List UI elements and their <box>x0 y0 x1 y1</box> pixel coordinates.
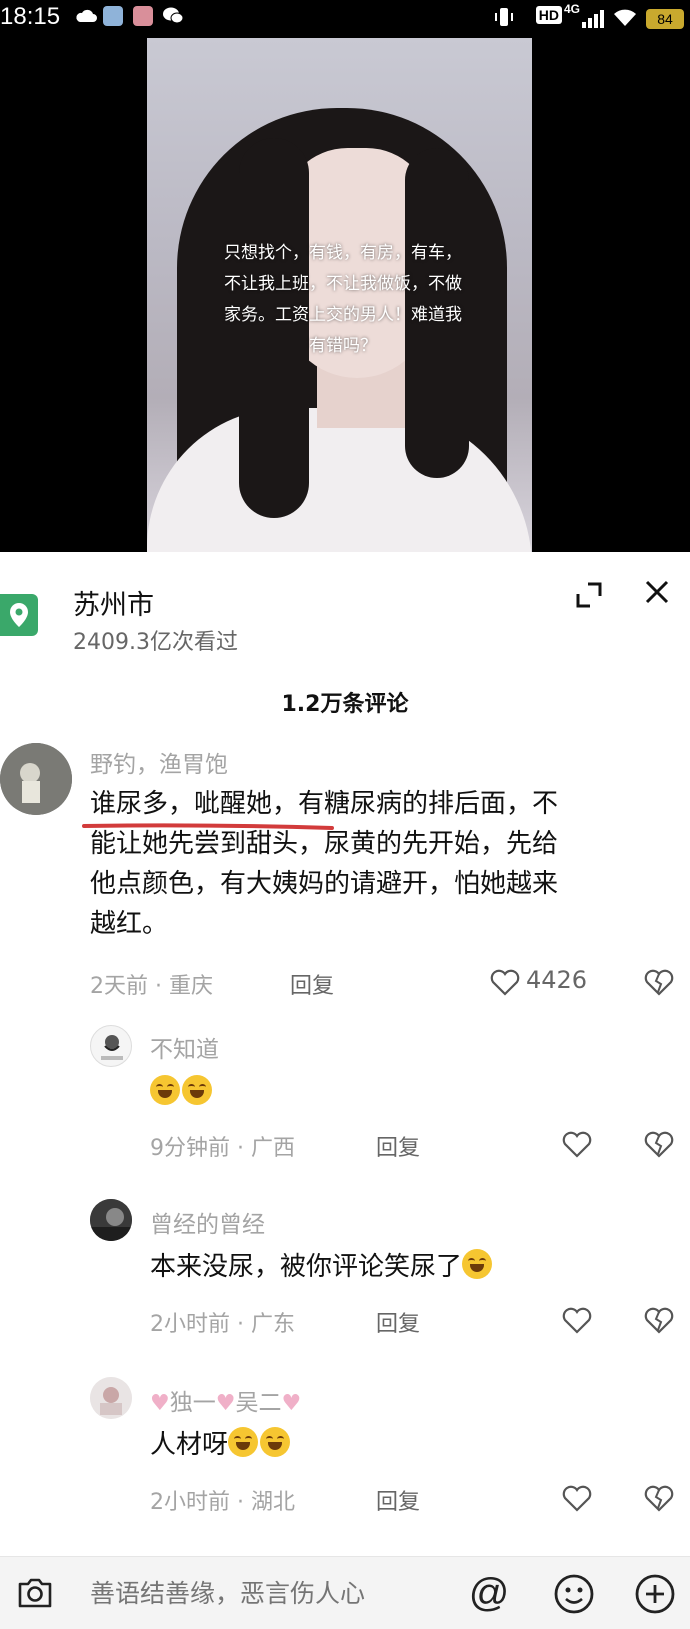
cloud-icon <box>75 6 97 26</box>
comment-text: 谁尿多，呲醒她，有糖尿病的排后面，不 能让她先尝到甜头，尿黄的先开始，先给 他点… <box>90 784 670 944</box>
emoji-laugh-icon <box>182 1075 212 1105</box>
dislike-icon[interactable] <box>644 968 674 996</box>
heart-deco-icon: ♥ <box>150 1391 170 1416</box>
comments-count: 1.2万条评论 <box>281 692 409 717</box>
reply-button[interactable]: 回复 <box>376 1484 420 1516</box>
comment-time-text: 2天前 <box>90 974 148 999</box>
vibrate-icon <box>493 6 515 32</box>
comment-line: 谁尿多，呲醒她，有糖尿病的排后面，不 <box>90 789 559 819</box>
wifi-icon <box>612 6 638 32</box>
app-notification-icon <box>103 6 123 26</box>
location-name[interactable]: 苏州市 <box>73 583 154 622</box>
comment-username[interactable]: 野钓，渔胃饱 <box>90 745 228 779</box>
like-count: 4426 <box>526 966 588 994</box>
underline-mark <box>82 823 334 830</box>
network-label: 4G <box>563 2 580 16</box>
comment-username-part: 独一 <box>169 1390 216 1416</box>
like-icon[interactable] <box>562 1130 592 1158</box>
reply-button[interactable]: 回复 <box>290 968 334 1000</box>
reply-button[interactable]: 回复 <box>376 1130 420 1162</box>
avatar[interactable] <box>0 743 72 815</box>
avatar[interactable] <box>90 1377 132 1419</box>
comment-line: 他点颜色，有大姨妈的请避开，怕她越来 <box>90 869 559 899</box>
reply-button[interactable]: 回复 <box>376 1306 420 1338</box>
comment-line: 越红。 <box>90 909 169 939</box>
dislike-icon[interactable] <box>644 1484 674 1512</box>
video-caption: 只想找个，有钱，有房，有车， 不让我上班，不让我做饭，不做 家务。工资上交的男人… <box>193 238 493 362</box>
caption-line: 有错吗？ <box>309 336 377 356</box>
like-icon[interactable] <box>562 1484 592 1512</box>
comment-region: 重庆 <box>168 974 213 999</box>
comment-time: 2小时前 · 湖北 <box>150 1490 295 1515</box>
status-time: 18:15 <box>0 3 61 30</box>
avatar[interactable] <box>90 1199 132 1241</box>
location-views: 2409.3亿次看过 <box>73 630 238 655</box>
emoji-smile-icon[interactable] <box>553 1573 595 1615</box>
camera-icon[interactable] <box>16 1576 54 1610</box>
comment-region: 广东 <box>250 1312 295 1337</box>
comment-region: 湖北 <box>250 1490 295 1515</box>
comment-text: 本来没尿，被你评论笑尿了 <box>150 1247 494 1287</box>
comment-time: 2天前 · 重庆 <box>90 974 213 999</box>
app-notification-icon-2 <box>133 6 153 26</box>
comment-time-text: 9分钟前 <box>150 1136 230 1161</box>
close-icon[interactable] <box>642 577 672 607</box>
comment-username[interactable]: 不知道 <box>150 1030 219 1064</box>
comment-username-part: 吴二 <box>235 1390 282 1416</box>
location-pin-icon <box>0 594 38 636</box>
emoji-laugh-icon <box>260 1427 291 1457</box>
avatar[interactable] <box>90 1025 132 1067</box>
caption-line: 家务。工资上交的男人！难道我 <box>224 305 462 325</box>
status-bar: 18:15 HD 4G 84 <box>0 0 690 34</box>
comment-text: 人材呀 <box>150 1425 292 1465</box>
emoji-laugh-icon <box>228 1427 259 1457</box>
wechat-icon <box>162 6 184 26</box>
dislike-icon[interactable] <box>644 1306 674 1334</box>
emoji-laugh-icon <box>462 1249 493 1279</box>
caption-line: 不让我上班，不让我做饭，不做 <box>224 274 462 294</box>
heart-deco-icon: ♥ <box>215 1391 236 1416</box>
comment-input-bar: @ <box>0 1556 690 1629</box>
comment-time: 9分钟前 · 广西 <box>150 1136 295 1161</box>
comment-username[interactable]: ♥独一♥吴二♥ <box>150 1383 301 1417</box>
like-icon[interactable] <box>490 968 520 996</box>
signal-icon <box>582 10 604 32</box>
emoji-laugh-icon <box>150 1075 180 1105</box>
hd-badge: HD <box>535 6 562 24</box>
like-icon[interactable] <box>562 1306 592 1334</box>
comment-text-body: 本来没尿，被你评论笑尿了 <box>150 1252 463 1282</box>
comment-input[interactable] <box>90 1573 450 1613</box>
dislike-icon[interactable] <box>644 1130 674 1158</box>
expand-icon[interactable] <box>574 580 604 610</box>
mention-at-icon[interactable]: @ <box>466 1571 512 1617</box>
video-player[interactable]: 只想找个，有钱，有房，有车， 不让我上班，不让我做饭，不做 家务。工资上交的男人… <box>0 34 690 552</box>
comment-text <box>150 1073 214 1113</box>
battery-indicator: 84 <box>646 9 684 29</box>
comment-time-text: 2小时前 <box>150 1312 230 1337</box>
comment-time: 2小时前 · 广东 <box>150 1312 295 1337</box>
comment-region: 广西 <box>250 1136 295 1161</box>
comment-time-text: 2小时前 <box>150 1490 230 1515</box>
comment-username[interactable]: 曾经的曾经 <box>150 1205 265 1239</box>
add-icon[interactable] <box>634 1573 676 1615</box>
heart-deco-icon: ♥ <box>281 1391 302 1416</box>
comment-text-body: 人材呀 <box>150 1430 229 1460</box>
video-frame[interactable]: 只想找个，有钱，有房，有车， 不让我上班，不让我做饭，不做 家务。工资上交的男人… <box>147 38 532 552</box>
caption-line: 只想找个，有钱，有房，有车， <box>224 243 462 263</box>
